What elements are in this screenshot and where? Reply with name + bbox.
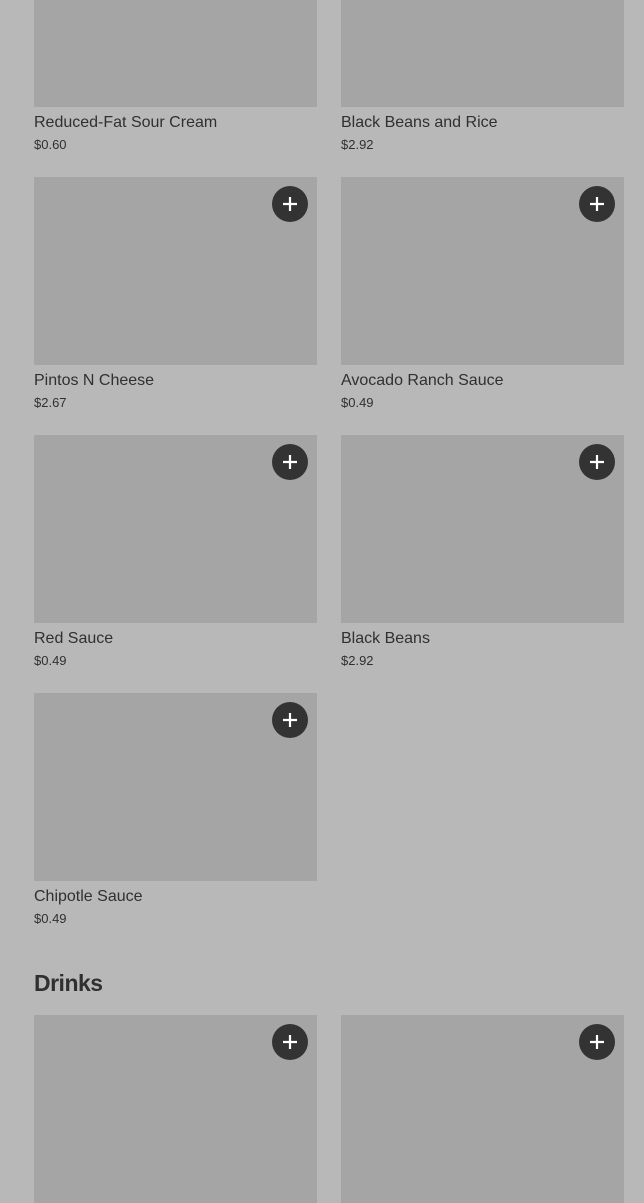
plus-icon xyxy=(590,455,604,469)
menu-item-image[interactable] xyxy=(34,693,317,881)
menu-item-name: Chipotle Sauce xyxy=(34,888,143,905)
menu-item-card[interactable]: Black Beans and Rice $2.92 xyxy=(341,0,624,152)
add-to-cart-button[interactable] xyxy=(579,186,615,222)
menu-item-name: Pintos N Cheese xyxy=(34,372,155,389)
menu-item-card[interactable]: Reduced-Fat Sour Cream $0.60 xyxy=(34,0,317,152)
menu-item-card[interactable]: Avocado Ranch Sauce $0.49 xyxy=(341,177,624,410)
menu-item-card[interactable]: Pintos N Cheese $2.67 xyxy=(34,177,317,410)
section-title-drinks: Drinks xyxy=(34,970,103,996)
menu-item-card[interactable]: Red Sauce $0.49 xyxy=(34,435,317,668)
menu-item-name: Black Beans xyxy=(341,630,430,647)
menu-item-price: $2.92 xyxy=(341,653,374,668)
menu-item-name: Black Beans and Rice xyxy=(341,114,498,131)
menu-item-image[interactable] xyxy=(341,435,624,623)
menu-item-image[interactable] xyxy=(34,0,317,107)
plus-icon xyxy=(590,197,604,211)
sides-grid: Reduced-Fat Sour Cream $0.60 Black Beans… xyxy=(34,0,624,926)
menu-item-price: $0.49 xyxy=(34,911,67,926)
add-to-cart-button[interactable] xyxy=(272,702,308,738)
menu-item-card[interactable] xyxy=(341,1015,624,1203)
plus-icon xyxy=(283,197,297,211)
plus-icon xyxy=(590,1035,604,1049)
menu-item-card[interactable] xyxy=(34,1015,317,1203)
drinks-grid xyxy=(34,1015,624,1203)
menu-item-price: $0.49 xyxy=(341,395,374,410)
add-to-cart-button[interactable] xyxy=(579,1024,615,1060)
menu-item-image[interactable] xyxy=(34,435,317,623)
add-to-cart-button[interactable] xyxy=(579,444,615,480)
menu-item-card[interactable]: Black Beans $2.92 xyxy=(341,435,624,668)
menu-item-price: $0.60 xyxy=(34,137,67,152)
menu-item-image[interactable] xyxy=(34,177,317,365)
menu-item-card[interactable]: Chipotle Sauce $0.49 xyxy=(34,693,317,926)
menu-item-name: Red Sauce xyxy=(34,630,114,647)
menu-item-price: $0.49 xyxy=(34,653,67,668)
add-to-cart-button[interactable] xyxy=(272,1024,308,1060)
menu-item-image[interactable] xyxy=(34,1015,317,1203)
menu-item-name: Reduced-Fat Sour Cream xyxy=(34,114,218,131)
menu-item-price: $2.67 xyxy=(34,395,67,410)
add-to-cart-button[interactable] xyxy=(272,444,308,480)
menu-item-image[interactable] xyxy=(341,0,624,107)
menu-item-image[interactable] xyxy=(341,1015,624,1203)
plus-icon xyxy=(283,1035,297,1049)
menu-item-name: Avocado Ranch Sauce xyxy=(341,372,504,389)
plus-icon xyxy=(283,455,297,469)
plus-icon xyxy=(283,713,297,727)
menu-item-price: $2.92 xyxy=(341,137,374,152)
add-to-cart-button[interactable] xyxy=(272,186,308,222)
menu-item-image[interactable] xyxy=(341,177,624,365)
